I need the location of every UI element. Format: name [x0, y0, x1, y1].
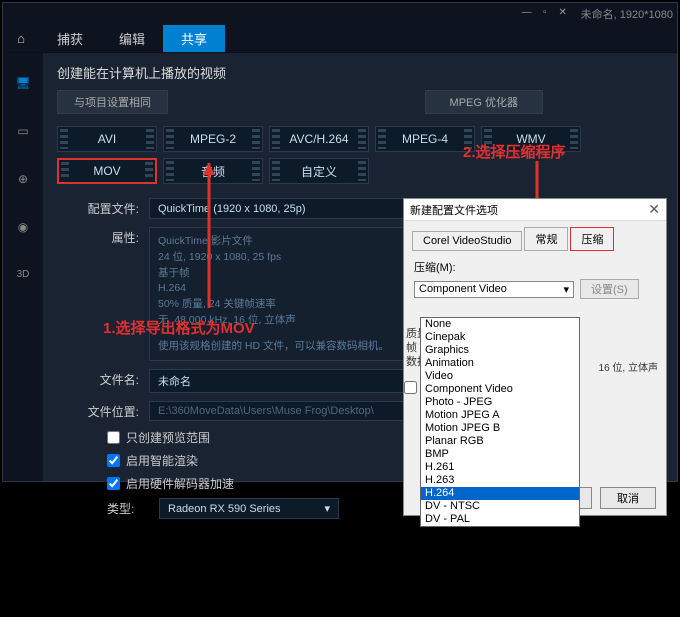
compress-option[interactable]: PNG — [421, 552, 579, 565]
format-audio[interactable]: 音频 — [163, 158, 263, 184]
filepath-label: 文件位置: — [57, 401, 149, 420]
monitor-icon[interactable]: 🖥 — [13, 73, 33, 93]
web-icon[interactable]: ⊕ — [13, 169, 33, 189]
format-avi[interactable]: AVI — [57, 126, 157, 152]
filepath-input[interactable]: E:\360MoveData\Users\Muse Frog\Desktop\ — [149, 401, 429, 421]
device-icon[interactable]: ▭ — [13, 121, 33, 141]
config-dropdown[interactable]: QuickTime (1920 x 1080, 25p) ▾ — [149, 198, 429, 219]
format-avc[interactable]: AVC/H.264 — [269, 126, 369, 152]
3d-icon[interactable]: 3D — [13, 265, 33, 285]
compress-option[interactable]: Video — [421, 370, 579, 383]
format-mpeg2[interactable]: MPEG-2 — [163, 126, 263, 152]
format-mpeg4[interactable]: MPEG-4 — [375, 126, 475, 152]
compress-option[interactable]: TGA — [421, 539, 579, 552]
tab-share[interactable]: 共享 — [163, 25, 225, 52]
type-label: 类型: — [107, 500, 149, 517]
config-label: 配置文件: — [57, 198, 149, 217]
format-wmv[interactable]: WMV — [481, 126, 581, 152]
compress-option[interactable]: Component Video — [421, 383, 579, 396]
sidebar: 🖥 ▭ ⊕ ◉ 3D — [3, 53, 43, 481]
dtab-compress[interactable]: 压缩 — [570, 227, 614, 251]
tab-home[interactable]: ⌂ — [3, 25, 39, 52]
compress-option[interactable]: TIFF — [421, 565, 579, 578]
compress-option[interactable]: H.263 — [421, 474, 579, 487]
maximize-button[interactable]: ▫ — [537, 8, 553, 20]
chevron-down-icon: ▾ — [563, 283, 569, 296]
audio-info: 16 位, 立体声 — [599, 359, 658, 374]
attr-label: 属性: — [57, 227, 149, 246]
compress-option[interactable]: Motion JPEG A — [421, 409, 579, 422]
compress-option[interactable]: BMP — [421, 448, 579, 461]
tab-capture[interactable]: 捕获 — [39, 25, 101, 52]
compress-option[interactable]: MPEG 4 Visual — [421, 604, 579, 617]
format-mov[interactable]: MOV — [57, 158, 157, 184]
filename-input[interactable]: 未命名 — [149, 369, 429, 393]
check-unknown[interactable] — [404, 381, 417, 397]
compress-option[interactable]: Planar RGB — [421, 435, 579, 448]
compress-option[interactable]: H.264 — [421, 487, 579, 500]
type-dropdown[interactable]: Radeon RX 590 Series ▾ — [159, 498, 339, 519]
close-button[interactable]: ✕ — [555, 8, 571, 20]
dialog-title: 新建配置文件选项 — [410, 202, 498, 218]
main-tabs: ⌂ 捕获 编辑 共享 — [3, 25, 677, 53]
chevron-down-icon: ▾ — [324, 502, 330, 515]
compress-dialog: 新建配置文件选项 ✕ Corel VideoStudio 常规 压缩 压缩(M)… — [403, 198, 667, 516]
dtab-general[interactable]: 常规 — [524, 227, 568, 251]
settings-button[interactable]: 设置(S) — [580, 279, 639, 299]
dialog-close-button[interactable]: ✕ — [648, 201, 660, 218]
compress-option[interactable]: Cinepak — [421, 331, 579, 344]
compress-option[interactable]: Motion JPEG B — [421, 422, 579, 435]
compress-option[interactable]: Photo - JPEG — [421, 396, 579, 409]
compress-option[interactable]: Sorenson Video — [421, 578, 579, 591]
filename-label: 文件名: — [57, 369, 149, 388]
compress-option[interactable]: DV - PAL — [421, 513, 579, 526]
compress-option[interactable]: Graphics — [421, 344, 579, 357]
minimize-button[interactable]: — — [519, 8, 535, 20]
attr-info: QuickTime 影片文件 24 位, 1920 x 1080, 25 fps… — [149, 227, 429, 361]
compress-option[interactable]: DV - NTSC — [421, 500, 579, 513]
same-as-project-button[interactable]: 与项目设置相同 — [57, 90, 168, 114]
page-heading: 创建能在计算机上播放的视频 — [57, 63, 663, 82]
compress-label: 压缩(M): — [414, 259, 656, 275]
dtab-corel[interactable]: Corel VideoStudio — [412, 231, 522, 251]
cancel-button[interactable]: 取消 — [600, 487, 656, 509]
compress-option[interactable]: H.261 — [421, 461, 579, 474]
compress-option[interactable]: None — [421, 318, 579, 331]
compress-option[interactable]: Animation — [421, 357, 579, 370]
compress-select[interactable]: Component Video ▾ — [414, 281, 574, 298]
format-grid: AVI MPEG-2 AVC/H.264 MPEG-4 WMV MOV 音频 自… — [57, 126, 663, 184]
format-custom[interactable]: 自定义 — [269, 158, 369, 184]
titlebar: — ▫ ✕ 未命名, 1920*1080 — [3, 3, 677, 25]
disc-icon[interactable]: ◉ — [13, 217, 33, 237]
tab-edit[interactable]: 编辑 — [101, 25, 163, 52]
title-info: 未命名, 1920*1080 — [581, 6, 673, 22]
compress-option[interactable]: Sorenson Video 3 — [421, 591, 579, 604]
mpeg-optimizer-button[interactable]: MPEG 优化器 — [425, 90, 543, 114]
home-icon: ⌂ — [17, 31, 25, 46]
compress-options-list[interactable]: NoneCinepakGraphicsAnimationVideoCompone… — [420, 317, 580, 527]
compress-option[interactable]: DV - PRO PAL — [421, 526, 579, 539]
